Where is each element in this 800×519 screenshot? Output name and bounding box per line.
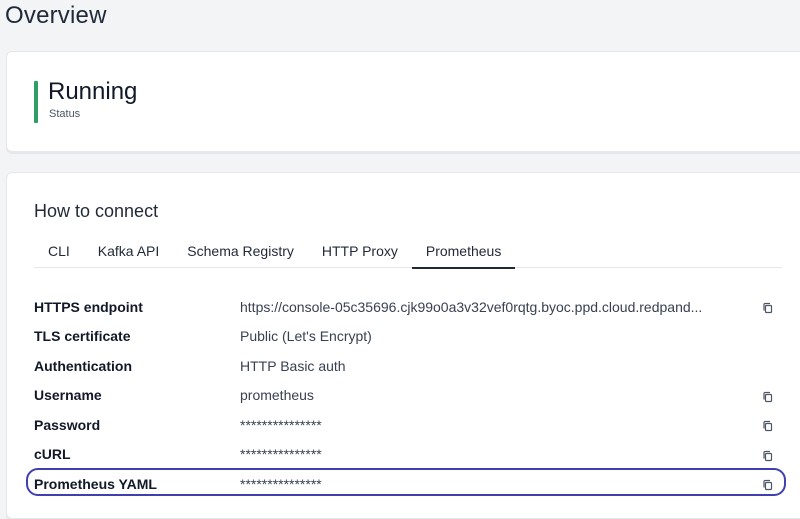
row-value: prometheus xyxy=(240,387,314,404)
tab-cli[interactable]: CLI xyxy=(34,239,84,267)
copy-icon[interactable] xyxy=(762,449,774,461)
copy-icon[interactable] xyxy=(762,301,774,314)
row-label: TLS certificate xyxy=(34,328,131,345)
row-username: Username prometheus xyxy=(34,381,794,411)
page-title: Overview xyxy=(5,2,107,29)
row-label: Authentication xyxy=(34,357,132,374)
connect-card: How to connect CLI Kafka API Schema Regi… xyxy=(6,172,800,519)
row-https-endpoint: HTTPS endpoint https://console-05c35696.… xyxy=(34,292,794,322)
status-label: Status xyxy=(49,108,81,120)
row-authentication: Authentication HTTP Basic auth xyxy=(34,351,794,381)
row-label: cURL xyxy=(34,446,71,463)
row-label: Password xyxy=(34,416,101,433)
connect-tabs: CLI Kafka API Schema Registry HTTP Proxy… xyxy=(34,239,782,269)
row-tls-certificate: TLS certificate Public (Let's Encrypt) xyxy=(34,322,794,352)
connection-details: HTTPS endpoint https://console-05c35696.… xyxy=(26,292,794,499)
highlight-outline xyxy=(26,468,786,496)
row-prometheus-yaml: Prometheus YAML *************** xyxy=(26,468,794,499)
tab-prometheus[interactable]: Prometheus xyxy=(411,239,516,269)
copy-icon[interactable] xyxy=(762,478,774,491)
tab-kafka-api[interactable]: Kafka API xyxy=(84,239,173,267)
status-card: Running Status xyxy=(6,51,800,152)
tab-schema-registry[interactable]: Schema Registry xyxy=(173,239,308,267)
row-value: Public (Let's Encrypt) xyxy=(240,328,372,345)
copy-icon[interactable] xyxy=(762,419,774,432)
row-value: *************** xyxy=(240,416,322,433)
status-value: Running xyxy=(48,78,138,105)
row-value: HTTP Basic auth xyxy=(240,357,346,374)
copy-icon[interactable] xyxy=(762,390,774,402)
row-value: *************** xyxy=(240,446,322,463)
row-password: Password *************** xyxy=(34,410,794,440)
row-curl: cURL *************** xyxy=(34,440,794,470)
row-label: Username xyxy=(34,387,102,404)
row-label: HTTPS endpoint xyxy=(34,298,143,315)
tab-http-proxy[interactable]: HTTP Proxy xyxy=(308,239,412,267)
row-value: https://console-05c35696.cjk99o0a3v32vef… xyxy=(240,298,703,315)
section-title: How to connect xyxy=(34,201,159,221)
status-indicator xyxy=(34,81,38,123)
